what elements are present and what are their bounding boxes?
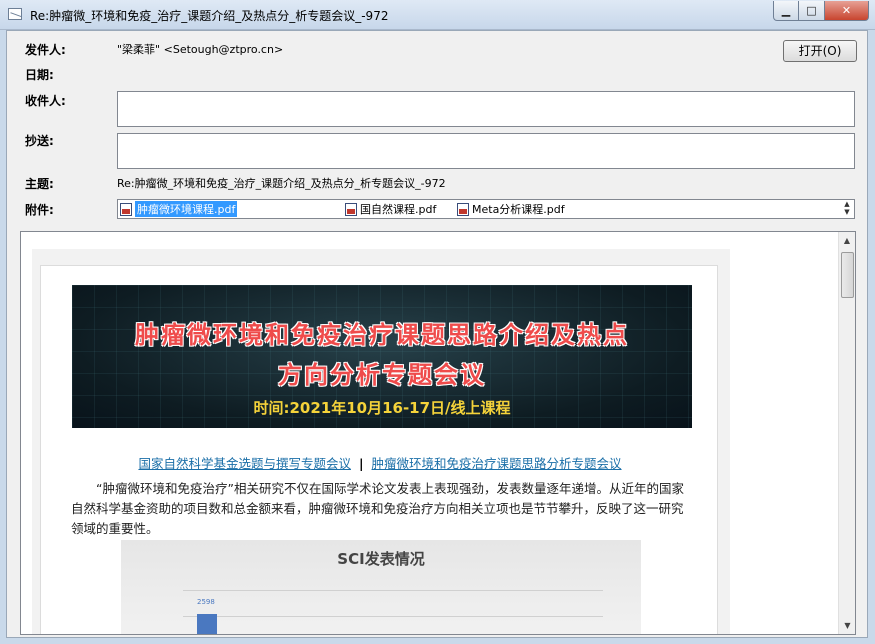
link-separator: | xyxy=(358,456,364,471)
nsfc-conference-link[interactable]: 国家自然科学基金选题与撰写专题会议 xyxy=(138,456,351,471)
banner-title-line1: 肿瘤微环境和免疫治疗课题思路介绍及热点 xyxy=(135,320,629,349)
pdf-file-icon xyxy=(345,202,357,216)
close-button[interactable]: ✕ xyxy=(825,1,869,21)
scroll-thumb[interactable] xyxy=(841,252,854,298)
to-label: 收件人: xyxy=(25,94,66,108)
chart-bar xyxy=(197,614,217,634)
attachments-scroll[interactable]: ▲ ▼ xyxy=(840,200,854,218)
scroll-up-icon[interactable]: ▲ xyxy=(840,200,854,208)
date-label: 日期: xyxy=(25,68,54,82)
email-content: 肿瘤微环境和免疫治疗课题思路介绍及热点 方向分析专题会议 时间:2021年10月… xyxy=(32,249,730,634)
email-card: 肿瘤微环境和免疫治疗课题思路介绍及热点 方向分析专题会议 时间:2021年10月… xyxy=(40,265,719,634)
attachment-item[interactable]: 肿瘤微环境课程.pdf xyxy=(120,201,238,217)
attachments-list: 肿瘤微环境课程.pdf 国自然课程.pdf Meta分析课程.pdf ▲ ▼ xyxy=(117,199,855,219)
conference-links: 国家自然科学基金选题与撰写专题会议 | 肿瘤微环境和免疫治疗课题思路分析专题会议 xyxy=(41,453,719,472)
attachment-item[interactable]: Meta分析课程.pdf xyxy=(457,201,565,217)
subject-value: Re:肿瘤微_环境和免疫_治疗_课题介绍_及热点分_析专题会议_-972 xyxy=(117,177,446,190)
from-value: "梁柔菲" <Setough@ztpro.cn> xyxy=(117,43,284,56)
cc-field[interactable] xyxy=(117,133,855,169)
chart-bar-label: 2598 xyxy=(197,598,215,606)
pdf-file-icon xyxy=(120,202,132,216)
tumor-conference-link[interactable]: 肿瘤微环境和免疫治疗课题思路分析专题会议 xyxy=(372,456,622,471)
title-bar: Re:肿瘤微_环境和免疫_治疗_课题介绍_及热点分_析专题会议_-972 ▁ □… xyxy=(0,0,875,30)
scroll-down-icon[interactable]: ▼ xyxy=(839,617,855,634)
maximize-button[interactable]: □ xyxy=(799,1,825,21)
scroll-down-icon[interactable]: ▼ xyxy=(840,208,854,216)
window-title: Re:肿瘤微_环境和免疫_治疗_课题介绍_及热点分_析专题会议_-972 xyxy=(30,9,389,23)
message-body[interactable]: 肿瘤微环境和免疫治疗课题思路介绍及热点 方向分析专题会议 时间:2021年10月… xyxy=(20,231,856,635)
sci-publication-chart-image: SCI发表情况 2598 xyxy=(121,540,641,634)
scroll-up-icon[interactable]: ▲ xyxy=(839,232,855,249)
subject-label: 主题: xyxy=(25,177,54,191)
to-field[interactable] xyxy=(117,91,855,127)
open-button[interactable]: 打开(O) xyxy=(783,40,857,62)
intro-paragraph: “肿瘤微环境和免疫治疗”相关研究不仅在国际学术论文发表上表现强劲，发表数量逐年递… xyxy=(71,481,684,536)
from-label: 发件人: xyxy=(25,43,66,57)
cc-label: 抄送: xyxy=(25,134,54,148)
minimize-button[interactable]: ▁ xyxy=(773,1,799,21)
chart-gridline xyxy=(183,616,603,617)
body-scrollbar[interactable]: ▲ ▼ xyxy=(838,232,855,634)
banner-time: 时间:2021年10月16-17日/线上课程 xyxy=(253,399,511,417)
attachments-label: 附件: xyxy=(25,203,54,217)
attachment-name: Meta分析课程.pdf xyxy=(472,203,565,216)
mail-app-icon xyxy=(8,8,22,20)
message-window: 发件人: "梁柔菲" <Setough@ztpro.cn> 打开(O) 日期: … xyxy=(6,30,868,638)
attachment-item[interactable]: 国自然课程.pdf xyxy=(345,201,436,217)
attachment-name: 肿瘤微环境课程.pdf xyxy=(135,201,238,217)
chart-title: SCI发表情况 xyxy=(337,550,425,568)
banner-title-line2: 方向分析专题会议 xyxy=(278,360,486,389)
event-banner: 肿瘤微环境和免疫治疗课题思路介绍及热点 方向分析专题会议 时间:2021年10月… xyxy=(72,285,692,428)
pdf-file-icon xyxy=(457,202,469,216)
attachment-name: 国自然课程.pdf xyxy=(360,203,437,216)
window-controls: ▁ □ ✕ xyxy=(773,1,869,21)
chart-gridline xyxy=(183,590,603,591)
